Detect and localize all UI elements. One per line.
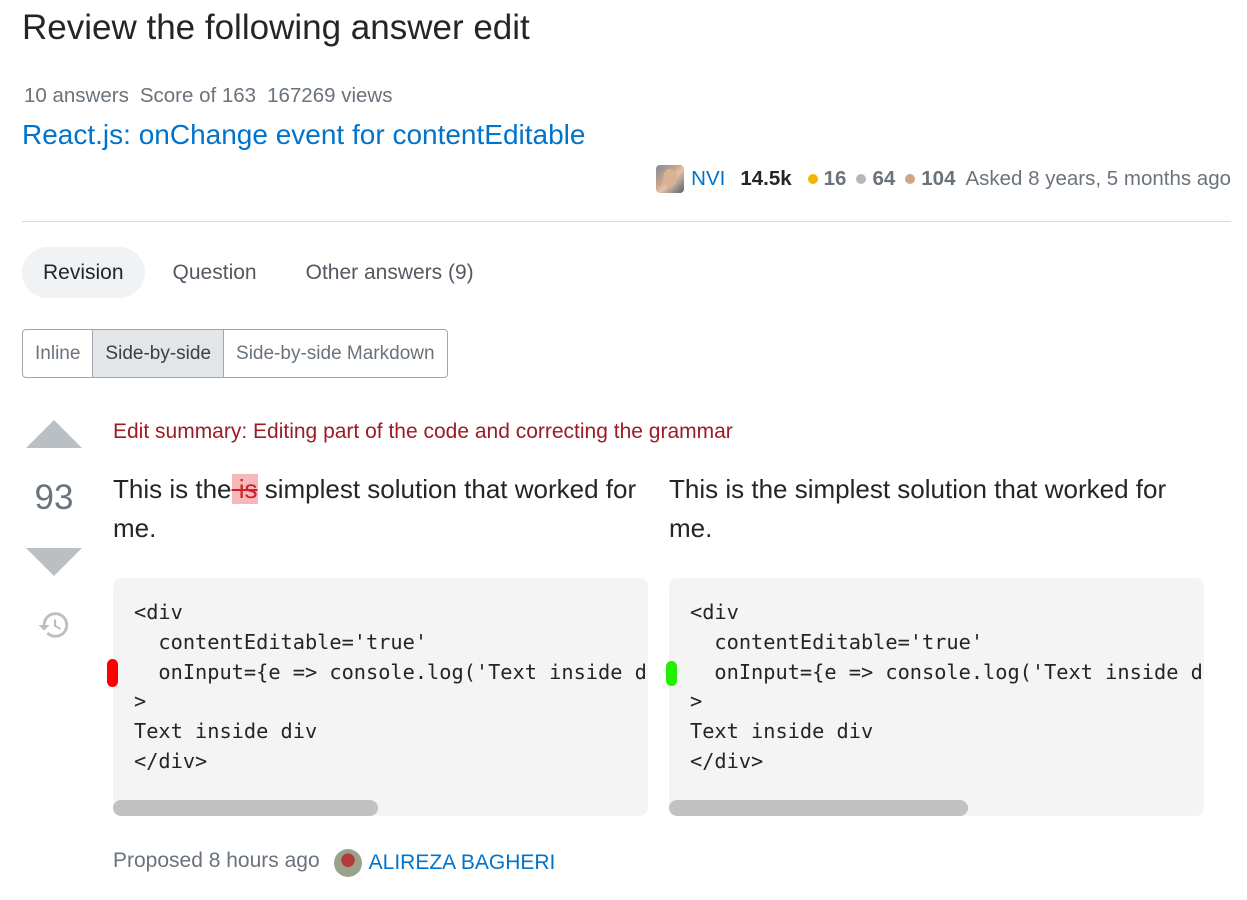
silver-badge: 64 <box>856 167 895 191</box>
view-side-by-side-button[interactable]: Side-by-side <box>92 330 224 377</box>
original-code-scrollbar[interactable] <box>113 800 378 816</box>
view-side-by-side-markdown-button[interactable]: Side-by-side Markdown <box>223 330 447 377</box>
original-paragraph: This is the is simplest solution that wo… <box>113 474 637 543</box>
original-code-block: <div contentEditable='true' onInput={e =… <box>113 578 648 816</box>
diff-view-switch: Inline Side-by-side Side-by-side Markdow… <box>22 329 448 378</box>
gold-badge: 16 <box>807 167 846 191</box>
gold-badge-icon <box>807 174 818 184</box>
question-stats: 10 answers Score of 163 167269 views <box>24 84 392 108</box>
editor-avatar[interactable] <box>333 849 362 877</box>
editor-name-link[interactable]: ALIREZA BAGHERI <box>369 851 556 875</box>
proposed-code-scrollbar[interactable] <box>669 800 968 816</box>
added-line-marker <box>666 661 677 686</box>
bronze-badge-icon <box>905 174 916 184</box>
original-code: <div contentEditable='true' onInput={e =… <box>134 600 648 773</box>
view-count: 167269 views <box>267 84 393 107</box>
original-revision: This is the is simplest solution that wo… <box>113 470 648 816</box>
deleted-text: is <box>231 474 258 504</box>
question-title-link[interactable]: React.js: onChange event for contentEdit… <box>22 119 585 151</box>
asked-time: Asked 8 years, 5 months ago <box>965 167 1231 190</box>
proposed-paragraph: This is the simplest solution that worke… <box>669 474 1167 543</box>
downvote-arrow-icon[interactable] <box>26 548 82 576</box>
owner-avatar[interactable] <box>656 165 685 193</box>
bronze-badge: 104 <box>905 167 955 191</box>
proposal-info: Proposed 8 hours ago ALIREZA BAGHERI <box>113 845 555 877</box>
tab-other-answers[interactable]: Other answers (9) <box>285 247 495 298</box>
page-title: Review the following answer edit <box>22 8 530 47</box>
owner-reputation: 14.5k <box>740 167 792 190</box>
edit-summary: Edit summary: Editing part of the code a… <box>113 420 733 443</box>
question-owner: NVI 14.5k 16 64 104 Asked 8 years, 5 mon… <box>656 165 1231 193</box>
proposed-code-block: <div contentEditable='true' onInput={e =… <box>669 578 1204 816</box>
owner-name-link[interactable]: NVI <box>691 167 725 191</box>
removed-line-marker <box>107 659 118 687</box>
divider <box>22 221 1231 222</box>
view-inline-button[interactable]: Inline <box>23 330 92 377</box>
tab-question[interactable]: Question <box>152 247 278 298</box>
proposed-code: <div contentEditable='true' onInput={e =… <box>690 600 1204 773</box>
proposed-revision: This is the simplest solution that worke… <box>669 470 1204 816</box>
upvote-arrow-icon[interactable] <box>26 420 82 448</box>
question-score: Score of 163 <box>139 84 257 107</box>
tab-revision[interactable]: Revision <box>22 247 145 298</box>
review-tabs: Revision Question Other answers (9) <box>22 247 502 298</box>
silver-badge-icon <box>856 174 867 184</box>
history-icon[interactable] <box>37 608 71 642</box>
proposed-time: Proposed 8 hours ago <box>113 849 320 872</box>
vote-column: 93 <box>22 418 86 642</box>
vote-count: 93 <box>34 478 74 517</box>
answer-count: 10 answers <box>24 84 129 107</box>
